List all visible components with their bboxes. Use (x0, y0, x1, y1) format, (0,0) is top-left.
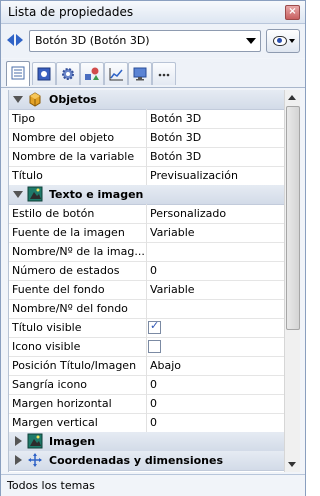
property-value[interactable]: Botón 3D (150, 112, 201, 125)
expand-icon[interactable] (15, 436, 22, 446)
property-value[interactable]: Botón 3D (150, 150, 201, 163)
category-label: Texto e imagen (49, 188, 144, 201)
property-row[interactable]: Título visible (9, 318, 285, 338)
property-grid: Objetos Tipo Botón 3D Nombre del objeto … (8, 90, 285, 472)
property-name: Número de estados (12, 264, 120, 277)
property-value[interactable]: 0 (150, 416, 157, 429)
properties-window: Lista de propiedades × Botón 3D (Botón 3… (0, 0, 306, 496)
property-name: Icono visible (12, 340, 81, 353)
cube-icon (29, 92, 41, 107)
property-row[interactable]: Número de estados 0 (9, 261, 285, 281)
property-row[interactable]: Margen vertical 0 (9, 413, 285, 433)
property-name: Título visible (12, 321, 82, 334)
previous-object-icon[interactable] (7, 34, 14, 46)
chart-icon (109, 68, 123, 81)
eye-icon (273, 36, 287, 46)
shapes-icon (85, 67, 99, 80)
property-value[interactable]: Variable (150, 226, 195, 239)
category-imagen[interactable]: Imagen (9, 432, 285, 452)
property-name: Nombre/Nº de la imag... (12, 245, 145, 258)
scrollbar-thumb[interactable] (286, 106, 300, 330)
tab-monitor[interactable] (128, 62, 152, 85)
chevron-down-icon[interactable] (246, 38, 256, 44)
property-row[interactable]: Posición Título/Imagen Abajo (9, 356, 285, 376)
property-value[interactable]: 0 (150, 397, 157, 410)
property-row[interactable]: Nombre/Nº del fondo (9, 299, 285, 319)
title-bar: Lista de propiedades × (1, 1, 305, 24)
property-name: Fuente del fondo (12, 283, 105, 296)
property-row[interactable]: Tipo Botón 3D (9, 109, 285, 129)
property-value[interactable]: 0 (150, 378, 157, 391)
vertical-scrollbar[interactable] (284, 90, 300, 472)
property-row[interactable]: Sangría icono 0 (9, 375, 285, 395)
object-selector[interactable]: Botón 3D (Botón 3D) (29, 30, 261, 52)
tab-properties-list[interactable] (6, 61, 30, 86)
property-name: Fuente de la imagen (12, 226, 125, 239)
tab-chart[interactable] (104, 62, 128, 85)
collapse-icon[interactable] (13, 96, 23, 103)
property-row[interactable]: Nombre de la variable Botón 3D (9, 147, 285, 167)
property-row[interactable]: Nombre/Nº de la imag... (9, 242, 285, 262)
tab-more[interactable] (152, 62, 176, 85)
category-texto-imagen[interactable]: Texto e imagen (9, 185, 285, 205)
view-options-button[interactable] (266, 29, 300, 53)
tab-object[interactable] (32, 62, 56, 85)
property-row[interactable]: Estilo de botón Personalizado (9, 204, 285, 224)
more-icon (158, 73, 170, 77)
move-arrows-icon (28, 453, 42, 467)
property-name: Margen vertical (12, 416, 98, 429)
collapse-icon[interactable] (13, 191, 23, 198)
category-label: Coordenadas y dimensiones (49, 454, 223, 467)
scroll-up-icon[interactable] (288, 95, 296, 100)
close-icon[interactable]: × (285, 5, 300, 20)
icon-visible-checkbox[interactable] (148, 340, 161, 353)
category-objetos[interactable]: Objetos (9, 90, 285, 110)
category-coordenadas[interactable]: Coordenadas y dimensiones (9, 451, 285, 471)
property-row[interactable]: Margen horizontal 0 (9, 394, 285, 414)
property-name: Estilo de botón (12, 207, 95, 220)
property-name: Nombre/Nº del fondo (12, 302, 128, 315)
property-value[interactable]: Personalizado (150, 207, 226, 220)
tab-settings[interactable] (56, 62, 80, 85)
status-text: Todos los temas (7, 479, 95, 492)
picture-icon (27, 433, 43, 449)
tab-shapes[interactable] (80, 62, 104, 85)
properties-list-icon (11, 66, 25, 80)
category-label: Objetos (49, 93, 97, 106)
object-selector-value: Botón 3D (Botón 3D) (35, 34, 150, 47)
property-name: Sangría icono (12, 378, 88, 391)
monitor-icon (133, 67, 147, 81)
property-value[interactable]: Botón 3D (150, 131, 201, 144)
property-value[interactable]: 0 (150, 264, 157, 277)
property-row[interactable]: Título Previsualización (9, 166, 285, 186)
property-name: Nombre de la variable (12, 150, 135, 163)
category-label: Imagen (49, 435, 96, 448)
property-value[interactable]: Abajo (150, 359, 181, 372)
property-value[interactable]: Variable (150, 283, 195, 296)
property-name: Tipo (12, 112, 36, 125)
window-title: Lista de propiedades (8, 5, 134, 19)
property-name: Margen horizontal (12, 397, 112, 410)
title-visible-checkbox[interactable] (148, 319, 161, 334)
property-row[interactable]: Fuente del fondo Variable (9, 280, 285, 300)
next-object-icon[interactable] (16, 34, 23, 46)
gear-icon (62, 68, 74, 80)
picture-icon (27, 186, 43, 202)
property-row[interactable]: Nombre del objeto Botón 3D (9, 128, 285, 148)
property-row[interactable]: Fuente de la imagen Variable (9, 223, 285, 243)
object-icon (37, 67, 51, 81)
property-value[interactable]: Previsualización (150, 169, 238, 182)
dropdown-arrow-icon (289, 39, 295, 43)
object-selector-row: Botón 3D (Botón 3D) (1, 24, 305, 58)
property-name: Título (12, 169, 43, 182)
tab-bar (1, 59, 305, 88)
status-bar: Todos los temas (1, 474, 305, 496)
property-name: Posición Título/Imagen (12, 359, 137, 372)
scroll-down-icon[interactable] (288, 462, 296, 467)
property-row[interactable]: Icono visible (9, 337, 285, 357)
property-name: Nombre del objeto (12, 131, 115, 144)
expand-icon[interactable] (15, 455, 22, 465)
